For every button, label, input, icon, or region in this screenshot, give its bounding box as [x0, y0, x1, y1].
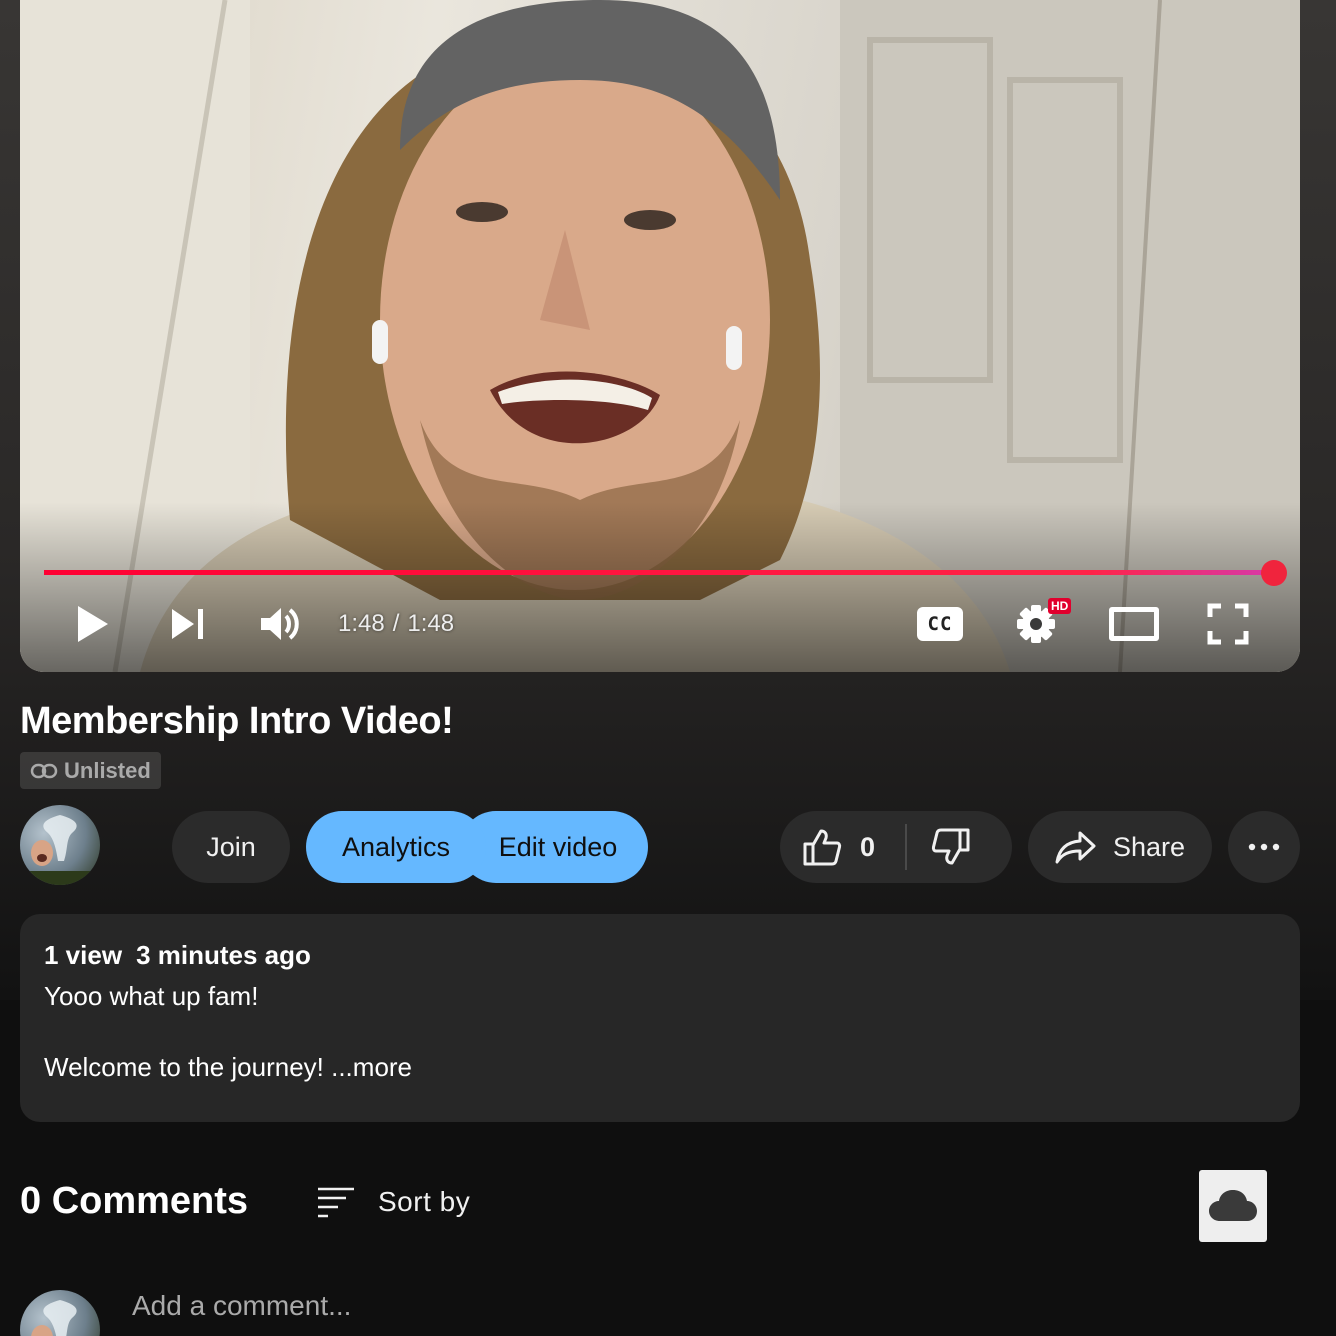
play-icon — [78, 606, 108, 642]
cloud-icon — [1209, 1190, 1257, 1221]
video-player[interactable]: 1:48 / 1:48 CC HD — [20, 0, 1300, 672]
captions-label: CC — [927, 613, 953, 635]
cloud-button[interactable] — [1199, 1170, 1267, 1242]
analytics-button[interactable]: Analytics — [306, 811, 486, 883]
mute-button[interactable] — [252, 598, 308, 650]
like-count: 0 — [860, 831, 876, 862]
share-arrow-icon — [1055, 831, 1096, 864]
duration: 1:48 — [407, 610, 455, 637]
visibility-badge: Unlisted — [20, 752, 161, 789]
video-title: Membership Intro Video! — [20, 700, 454, 742]
theater-mode-button[interactable] — [1102, 598, 1166, 650]
link-icon — [30, 763, 58, 778]
thumbs-down-icon — [931, 828, 970, 865]
progress-played — [44, 570, 1274, 575]
view-count: 1 view — [44, 940, 123, 970]
description-box[interactable]: 1 view 3 minutes ago Yooo what up fam! We… — [20, 914, 1300, 1122]
next-icon — [172, 609, 203, 639]
avatar-image — [31, 1300, 77, 1336]
upload-age: 3 minutes ago — [136, 940, 311, 970]
time-display: 1:48 / 1:48 — [338, 606, 454, 642]
theater-mode-icon — [1109, 607, 1159, 641]
like-dislike-group: 0 — [780, 811, 1012, 883]
next-button[interactable] — [160, 598, 216, 650]
time-separator: / — [392, 610, 400, 637]
watch-page: 1:48 / 1:48 CC HD Membership Intro Video! … — [0, 0, 1336, 1336]
share-label: Share — [1112, 831, 1186, 862]
like-divider — [905, 824, 908, 870]
captions-icon: CC — [917, 607, 963, 641]
join-button[interactable]: Join — [172, 811, 290, 883]
like-button[interactable]: 0 — [802, 827, 875, 867]
current-time: 1:48 — [338, 610, 385, 637]
more-horizontal-icon — [1248, 843, 1280, 851]
avatar-image — [20, 815, 100, 885]
description-text: Welcome to the journey! — [44, 1052, 324, 1082]
sort-by-button[interactable]: Sort by — [316, 1180, 470, 1224]
description-line: Welcome to the journey! ...more — [44, 1052, 1276, 1083]
volume-icon — [261, 608, 299, 640]
edit-video-button[interactable]: Edit video — [460, 811, 648, 883]
user-avatar — [20, 1290, 100, 1336]
dislike-button[interactable] — [931, 827, 971, 867]
channel-avatar[interactable] — [20, 805, 100, 885]
visibility-label: Unlisted — [64, 757, 151, 783]
fullscreen-button[interactable] — [1196, 598, 1260, 650]
fullscreen-icon — [1207, 603, 1249, 645]
thumbs-up-icon — [803, 829, 842, 866]
show-more-link[interactable]: ...more — [324, 1052, 412, 1082]
description-line: Yooo what up fam! — [44, 981, 259, 1011]
sort-icon — [318, 1187, 354, 1218]
more-actions-button[interactable] — [1228, 811, 1300, 883]
settings-button[interactable]: HD — [1004, 598, 1072, 650]
play-button[interactable] — [64, 598, 120, 650]
scrubber-handle[interactable] — [1261, 560, 1287, 586]
sort-by-label: Sort by — [378, 1186, 471, 1217]
share-button[interactable]: Share — [1028, 811, 1212, 883]
description-meta: 1 view 3 minutes ago — [44, 940, 1276, 971]
add-comment-input[interactable]: Add a comment... — [132, 1290, 351, 1322]
comments-count: 0 Comments — [20, 1180, 249, 1222]
progress-bar[interactable] — [44, 560, 1287, 586]
captions-button[interactable]: CC — [908, 598, 972, 650]
hd-badge: HD — [1048, 598, 1072, 614]
